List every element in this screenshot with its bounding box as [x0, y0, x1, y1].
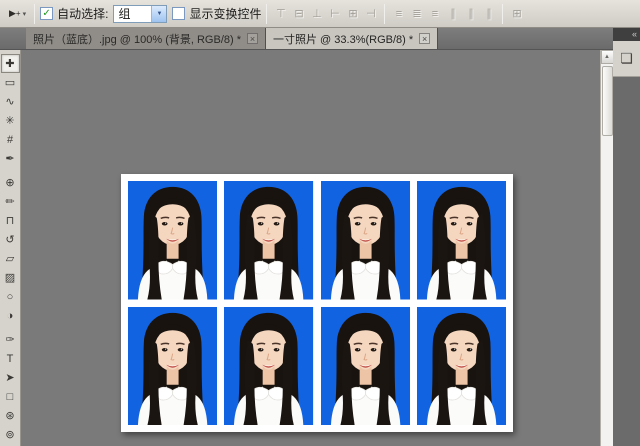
id-photo — [321, 181, 410, 300]
id-photo — [128, 181, 217, 300]
separator — [384, 4, 385, 24]
dodge-tool[interactable]: ◑ — [1, 306, 20, 325]
tab-photo-blue-bg[interactable]: 照片（蓝底）.jpg @ 100% (背景, RGB/8) * × — [26, 28, 266, 49]
one-inch-photo-document[interactable] — [121, 174, 513, 432]
id-photo — [321, 307, 410, 426]
distribute-right-edges-icon[interactable]: ∥ — [480, 5, 497, 23]
align-top-edges-icon[interactable]: ⊤ — [272, 5, 289, 23]
distribute-vertical-centers-icon[interactable]: ≣ — [408, 5, 425, 23]
path-selection-icon: ➤ — [5, 371, 14, 384]
id-photo — [224, 181, 313, 300]
auto-align-layers-icon[interactable]: ⊞ — [508, 5, 525, 23]
move-tool-icon: ✚ — [5, 57, 14, 70]
options-bar: ▶ + ▾ ✓ 自动选择: 组 ▼ 显示变换控件 ⊤ ⊟ ⊥ ⊢ ⊞ ⊣ ≡ ≣… — [0, 0, 640, 28]
3d-rotate-tool[interactable]: ⊛ — [1, 406, 20, 425]
move-tool-icon: ▶ — [9, 8, 16, 19]
id-photo — [224, 307, 313, 426]
id-photo — [417, 181, 506, 300]
id-photo — [128, 307, 217, 426]
distribute-left-edges-icon[interactable]: ∥ — [444, 5, 461, 23]
id-photo — [417, 307, 506, 426]
eyedropper-tool[interactable]: ✒ — [1, 149, 20, 168]
align-left-edges-icon[interactable]: ⊢ — [326, 5, 343, 23]
lasso-tool[interactable]: ∿ — [1, 92, 20, 111]
quick-selection-tool[interactable]: ✳ — [1, 111, 20, 130]
tab-one-inch-photo[interactable]: 一寸照片 @ 33.3%(RGB/8) * × — [266, 28, 438, 49]
quick-selection-icon: ✳ — [5, 114, 14, 127]
clone-stamp-tool[interactable]: ⊓ — [1, 211, 20, 230]
distribute-horizontal-centers-icon[interactable]: ∥ — [462, 5, 479, 23]
healing-brush-icon: ⊕ — [5, 176, 14, 189]
history-brush-tool[interactable]: ↺ — [1, 230, 20, 249]
dock-background — [613, 77, 640, 446]
panel-icon: ❏ — [620, 50, 633, 67]
separator — [266, 4, 267, 24]
gradient-icon: ▨ — [5, 271, 15, 284]
distribute-top-edges-icon[interactable]: ≡ — [390, 5, 407, 23]
crop-tool[interactable]: # — [1, 130, 20, 149]
distribute-bottom-edges-icon[interactable]: ≡ — [426, 5, 443, 23]
dock-collapse-button[interactable]: « — [613, 28, 640, 41]
auto-select-checkbox[interactable]: ✓ — [40, 7, 53, 20]
eraser-tool[interactable]: ▱ — [1, 249, 20, 268]
show-transform-label: 显示变换控件 — [189, 5, 261, 22]
path-selection-tool[interactable]: ➤ — [1, 368, 20, 387]
show-transform-checkbox[interactable] — [172, 7, 185, 20]
gradient-tool[interactable]: ▨ — [1, 268, 20, 287]
chevron-down-icon: ▼ — [151, 6, 166, 22]
clone-stamp-icon: ⊓ — [6, 214, 15, 227]
panel-dock: « ❏ — [613, 28, 640, 446]
brush-tool[interactable]: ✏ — [1, 192, 20, 211]
tab-label: 一寸照片 @ 33.3%(RGB/8) * — [273, 31, 413, 47]
separator — [34, 4, 35, 24]
move-plus-icon: + — [16, 9, 21, 18]
scroll-up-icon[interactable]: ▲ — [601, 50, 614, 64]
eyedropper-icon: ✒ — [5, 152, 14, 165]
close-icon[interactable]: × — [419, 33, 430, 44]
blur-tool[interactable]: ○ — [1, 287, 20, 306]
3d-rotate-icon: ⊛ — [5, 409, 14, 422]
tool-preset-picker[interactable]: ▶ + ▾ — [6, 6, 29, 21]
align-horizontal-centers-icon[interactable]: ⊞ — [344, 5, 361, 23]
distribute-buttons: ≡ ≣ ≡ ∥ ∥ ∥ — [390, 5, 497, 23]
align-bottom-edges-icon[interactable]: ⊥ — [308, 5, 325, 23]
align-buttons: ⊤ ⊟ ⊥ ⊢ ⊞ ⊣ — [272, 5, 379, 23]
3d-orbit-icon: ⊚ — [5, 428, 14, 441]
tab-label: 照片（蓝底）.jpg @ 100% (背景, RGB/8) * — [33, 31, 241, 47]
dodge-icon: ◑ — [7, 310, 14, 322]
lasso-icon: ∿ — [5, 95, 14, 108]
close-icon[interactable]: × — [247, 33, 258, 44]
dropdown-value: 组 — [114, 5, 151, 22]
align-right-edges-icon[interactable]: ⊣ — [362, 5, 379, 23]
canvas-area[interactable] — [21, 50, 600, 446]
tools-panel: ✚ ▭ ∿ ✳ # ✒ ⊕ ✏ ⊓ ↺ ▱ ▨ ○ ◑ ✑ T ➤ □ ⊛ ⊚ — [0, 50, 21, 446]
rectangular-marquee-tool[interactable]: ▭ — [1, 73, 20, 92]
marquee-icon: ▭ — [5, 76, 15, 89]
auto-select-scope-dropdown[interactable]: 组 ▼ — [113, 5, 167, 23]
separator — [502, 4, 503, 24]
type-tool[interactable]: T — [1, 349, 20, 368]
auto-select-label: 自动选择: — [57, 5, 108, 22]
blur-icon: ○ — [7, 291, 14, 303]
type-icon: T — [7, 353, 14, 365]
rectangle-icon: □ — [7, 391, 14, 403]
move-tool[interactable]: ✚ — [1, 54, 20, 73]
scrollbar-thumb[interactable] — [602, 66, 613, 136]
3d-orbit-tool[interactable]: ⊚ — [1, 425, 20, 444]
document-tab-bar: 照片（蓝底）.jpg @ 100% (背景, RGB/8) * × 一寸照片 @… — [0, 28, 613, 50]
brush-icon: ✏ — [5, 195, 14, 208]
pen-tool[interactable]: ✑ — [1, 330, 20, 349]
preset-caret-icon: ▾ — [23, 10, 27, 18]
vertical-scrollbar[interactable]: ▲ — [600, 50, 613, 446]
history-brush-icon: ↺ — [5, 233, 14, 246]
collapsed-panel-button[interactable]: ❏ — [613, 41, 640, 77]
pen-icon: ✑ — [5, 333, 14, 346]
crop-icon: # — [7, 134, 13, 146]
eraser-icon: ▱ — [6, 252, 14, 265]
rectangle-tool[interactable]: □ — [1, 387, 20, 406]
spot-healing-brush-tool[interactable]: ⊕ — [1, 173, 20, 192]
expand-panels-icon: « — [632, 29, 637, 39]
align-vertical-centers-icon[interactable]: ⊟ — [290, 5, 307, 23]
